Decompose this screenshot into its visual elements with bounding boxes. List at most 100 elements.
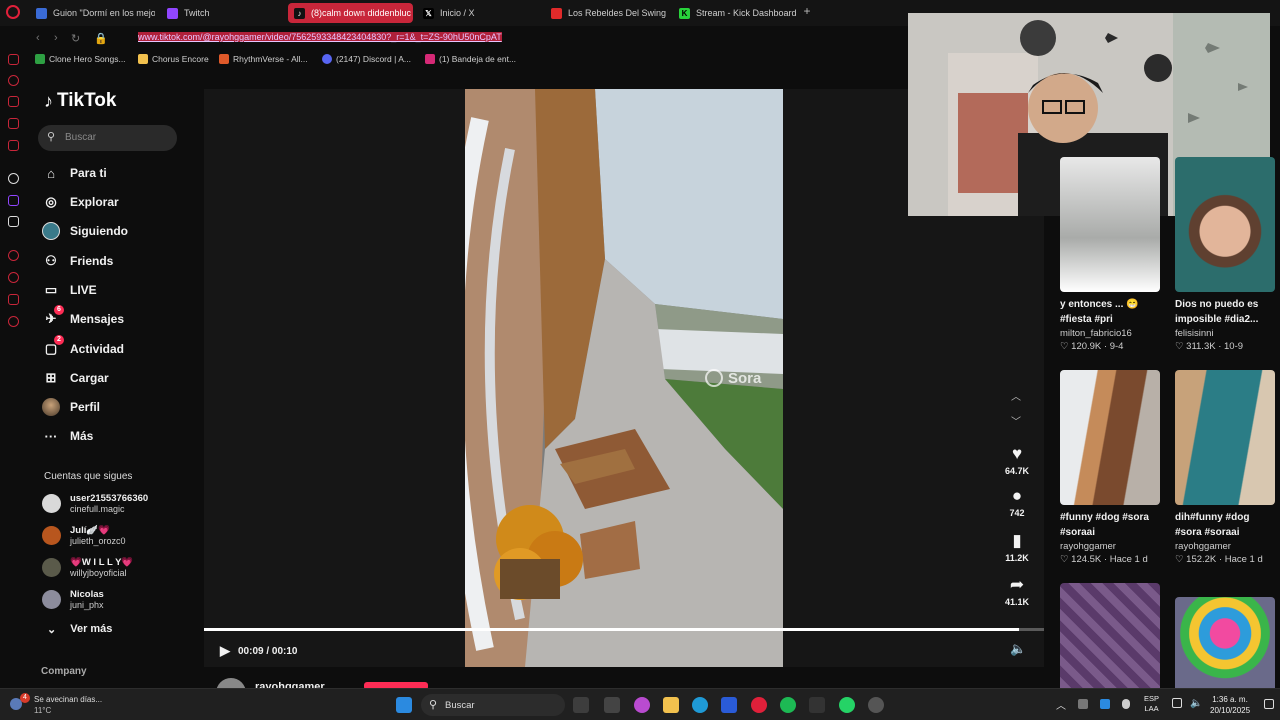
nav-cargar[interactable]: ⊞ Cargar	[42, 367, 109, 389]
video-thumbnail[interactable]	[1175, 370, 1275, 505]
new-tab-button[interactable]: +	[801, 5, 813, 17]
bookmark-rhythmverse[interactable]: RhythmVerse - All...	[219, 54, 308, 64]
following-account[interactable]: 💗W I L L Y💗 willyjboyoficial	[42, 553, 133, 581]
file-explorer-icon[interactable]	[663, 697, 679, 713]
forward-icon[interactable]: ›	[54, 32, 58, 44]
following-account[interactable]: user21553766360 cinefull.magic	[42, 489, 148, 517]
friends-icon: ⚇	[45, 253, 57, 268]
nav-explorar[interactable]: ◎ Explorar	[42, 191, 118, 213]
tray-icon[interactable]	[1100, 699, 1110, 709]
tab-kick[interactable]: K Stream - Kick Dashboard	[673, 3, 798, 23]
store-icon[interactable]	[721, 697, 737, 713]
nav-live[interactable]: ▭ LIVE	[42, 279, 97, 301]
copilot-icon[interactable]	[634, 697, 650, 713]
video-thumbnail[interactable]	[1060, 370, 1160, 505]
messenger-icon[interactable]	[8, 118, 19, 129]
tab-youtube[interactable]: Los Rebeldes Del Swing	[545, 3, 670, 23]
history-icon[interactable]	[8, 75, 19, 86]
nav-para-ti[interactable]: ⌂ Para ti	[42, 162, 107, 184]
tray-chevron-icon[interactable]: ︿	[1056, 697, 1066, 712]
nav-siguiendo[interactable]: Siguiendo	[42, 220, 128, 242]
video-thumbnail[interactable]	[1060, 583, 1160, 688]
twitch-sidebar-icon[interactable]	[8, 195, 19, 206]
microphone-icon[interactable]	[1122, 699, 1130, 709]
tiktok-search-input[interactable]: ⚲ Buscar	[38, 125, 177, 151]
settings-icon[interactable]	[8, 316, 19, 327]
weather-widget[interactable]: 4 Se avecinan días... 11°C	[8, 693, 118, 717]
tray-icon[interactable]	[1078, 699, 1088, 709]
bookmark-instagram[interactable]: (1) Bandeja de ent...	[425, 54, 516, 64]
video-card[interactable]: Dios no puedo es imposible #dia2... feli…	[1175, 157, 1275, 352]
windows-start-icon[interactable]	[396, 697, 412, 713]
nav-actividad[interactable]: ▢ 2 Actividad	[42, 335, 124, 360]
tab-x[interactable]: 𝕏 Inicio / X	[417, 3, 537, 23]
video-thumbnail[interactable]	[1175, 157, 1275, 292]
bookmark-favicon-icon	[138, 54, 148, 64]
wallet-icon[interactable]	[8, 96, 19, 107]
bookmark-chorus-encore[interactable]: Chorus Encore	[138, 54, 209, 64]
clock-icon[interactable]	[8, 272, 19, 283]
tiktok-logo[interactable]: ♪ TikTok	[44, 90, 116, 112]
share-button[interactable]: ➦ 41.1K	[997, 575, 1037, 607]
video-card[interactable]: #funny #dog #sora #soraai rayohggamer ♡ …	[1060, 370, 1160, 565]
task-view-icon[interactable]	[573, 697, 589, 713]
live-icon: ▭	[44, 282, 58, 297]
bookmarks-bar: Clone Hero Songs... Chorus Encore Rhythm…	[28, 52, 908, 68]
system-clock[interactable]: 1:36 a. m. 20/10/2025	[1210, 694, 1250, 716]
taskbar-search[interactable]: ⚲ Buscar	[421, 694, 565, 716]
volume-tray-icon[interactable]: 🔈	[1190, 698, 1202, 709]
video-thumbnail[interactable]	[1175, 597, 1275, 688]
network-icon[interactable]	[1172, 698, 1182, 708]
tab-guion[interactable]: Guion "Dormí en los mejo	[30, 3, 155, 23]
widgets-icon[interactable]	[604, 697, 620, 713]
nav-mas[interactable]: ··· Más	[42, 425, 94, 447]
tab-twitch[interactable]: Twitch	[161, 3, 281, 23]
chevron-up-icon[interactable]: ︿	[1011, 388, 1021, 403]
activity-icon: ▢ 2	[42, 335, 64, 358]
x-sidebar-icon[interactable]	[8, 216, 19, 227]
bookmark-discord[interactable]: (2147) Discord | A...	[322, 54, 411, 64]
video-card[interactable]: y entonces ... 😁 #fiesta #pri milton_fab…	[1060, 157, 1160, 352]
bookmark-clone-hero[interactable]: Clone Hero Songs...	[35, 54, 126, 64]
opera-taskbar-icon[interactable]	[751, 697, 767, 713]
bookmarks-icon[interactable]	[8, 294, 19, 305]
url-field[interactable]: www.tiktok.com/@rayohggamer/video/756259…	[138, 32, 502, 42]
company-link[interactable]: Company	[41, 666, 87, 677]
edge-icon[interactable]	[692, 697, 708, 713]
video-card[interactable]: dih#funny #dog #sora #soraai rayohggamer…	[1175, 370, 1275, 565]
whatsapp-icon[interactable]	[839, 697, 855, 713]
reload-icon[interactable]: ↻	[71, 32, 80, 45]
comment-button[interactable]: ● 742	[997, 486, 1037, 518]
save-button[interactable]: ▮ 11.2K	[997, 531, 1037, 563]
following-account[interactable]: Julí🪽💗 julieth_orozc0	[42, 521, 126, 549]
notification-badge: 4	[20, 693, 30, 703]
nav-mensajes[interactable]: ✈ 6 Mensajes	[42, 305, 124, 330]
opera-logo-icon[interactable]	[6, 5, 20, 19]
play-icon[interactable]: ▶	[220, 643, 230, 659]
app-icon[interactable]	[868, 697, 884, 713]
nav-perfil[interactable]: Perfil	[42, 396, 100, 418]
more-icon: ···	[44, 428, 58, 444]
video-progress-bar[interactable]	[204, 628, 1044, 631]
epic-games-icon[interactable]	[809, 697, 825, 713]
back-icon[interactable]: ‹	[36, 32, 40, 44]
video-thumbnail[interactable]	[1060, 157, 1160, 292]
search-icon: ⚲	[47, 131, 56, 143]
notifications-icon[interactable]	[1264, 699, 1274, 709]
tiktok-sidebar-icon[interactable]	[8, 173, 19, 184]
language-indicator[interactable]: ESP LAA	[1144, 694, 1159, 714]
sidebar-app-icon[interactable]	[8, 54, 19, 65]
like-button[interactable]: ♥ 64.7K	[997, 444, 1037, 476]
chevron-down-icon[interactable]: ﹀	[1011, 413, 1021, 428]
spotify-icon[interactable]	[780, 697, 796, 713]
comment-icon: ●	[1011, 486, 1023, 505]
see-more-button[interactable]: ⌄ Ver más	[47, 623, 112, 636]
music-icon[interactable]	[8, 250, 19, 261]
following-account[interactable]: Nicolas juni_phx	[42, 585, 104, 613]
gmail-icon[interactable]	[8, 140, 19, 151]
activity-badge: 2	[54, 335, 64, 345]
tab-tiktok-active[interactable]: ♪ (8)calm down diddenbluc	[288, 3, 413, 23]
nav-friends[interactable]: ⚇ Friends	[42, 250, 113, 272]
video-frame[interactable]: Sora	[465, 89, 783, 667]
volume-icon[interactable]: 🔈	[1010, 641, 1026, 657]
